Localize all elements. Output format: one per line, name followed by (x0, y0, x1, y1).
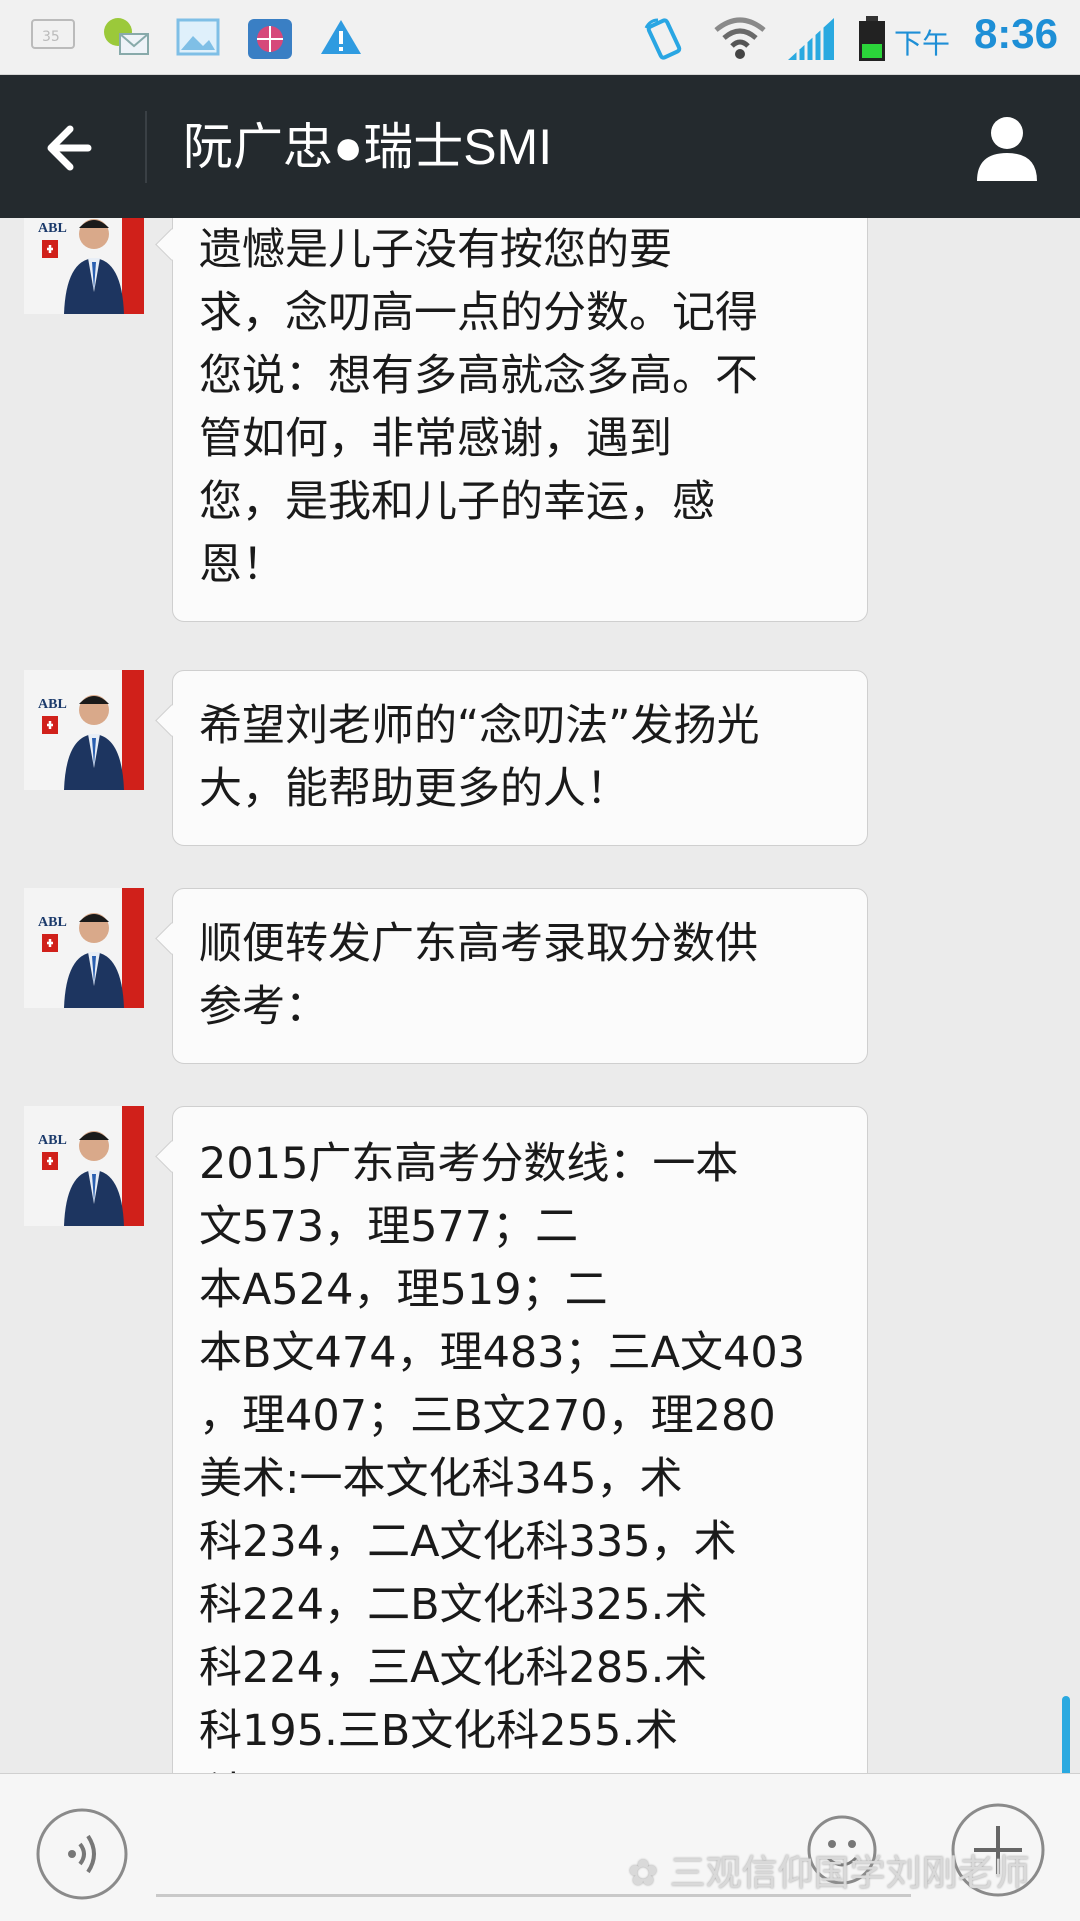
avatar[interactable]: ABL (24, 218, 144, 314)
status-ampm: 下午 (893, 27, 950, 60)
wifi-icon (714, 17, 766, 59)
notification-icon: 35 (31, 19, 75, 49)
scrollbar[interactable] (1062, 1696, 1070, 1773)
message-bubble[interactable]: 遗憾是儿子没有按您的要 求，念叨高一点的分数。记得 您说：想有多高就念多高。不 … (172, 218, 868, 622)
svg-text:ABL: ABL (38, 221, 67, 236)
avatar[interactable]: ABL (24, 670, 144, 790)
chat-title: 阮广忠●瑞士SMI (183, 119, 553, 175)
signal-icon (788, 18, 834, 60)
svg-text:ABL: ABL (38, 1133, 67, 1148)
message-bubble[interactable]: 顺便转发广东高考录取分数供 参考： (172, 888, 868, 1064)
title-bar: 阮广忠●瑞士SMI (0, 75, 1080, 218)
svg-text:ABL: ABL (38, 697, 67, 712)
rotate-icon (644, 18, 682, 60)
status-time: 8:36 (973, 10, 1058, 57)
chat-list[interactable]: ABL 遗憾是儿子没有按您的要 求，念叨高一点的分数。记得 您说：想有多高就念多… (0, 218, 1080, 1773)
avatar[interactable]: ABL (24, 888, 144, 1008)
avatar[interactable]: ABL (24, 1106, 144, 1226)
wechat-icon: ✿ (628, 1853, 670, 1894)
globe-icon (248, 19, 292, 59)
message-bubble[interactable]: 2015广东高考分数线：一本 文573，理577；二 本A524，理519；二 … (172, 1106, 868, 1773)
svg-text:ABL: ABL (38, 915, 67, 930)
image-icon (176, 18, 220, 56)
svg-text:35: 35 (42, 29, 60, 45)
watermark-text: 三观信仰国学刘刚老师 (669, 1853, 1030, 1894)
battery-icon (859, 16, 885, 61)
input-bar: ✿ 三观信仰国学刘刚老师 (0, 1773, 1080, 1921)
voice-input-icon[interactable] (36, 1808, 128, 1900)
profile-icon[interactable] (972, 111, 1042, 183)
status-bar: 35 下午 8:36 (0, 0, 1080, 75)
back-arrow-icon[interactable] (38, 113, 108, 183)
mail-icon (104, 18, 149, 55)
title-divider (145, 111, 147, 183)
warning-icon (321, 20, 361, 54)
watermark: ✿ 三观信仰国学刘刚老师 (628, 1844, 1030, 1896)
message-bubble[interactable]: 希望刘老师的“念叨法”发扬光 大，能帮助更多的人！ (172, 670, 868, 846)
